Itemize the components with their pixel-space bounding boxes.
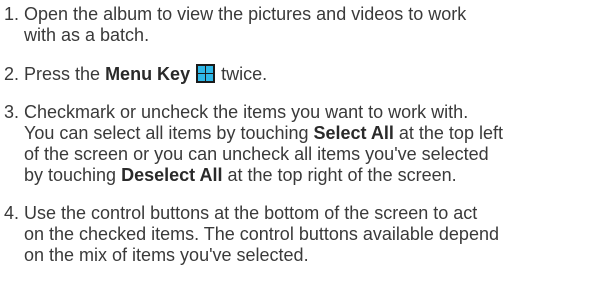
- step-3-text-3: of the screen or you can uncheck all ite…: [24, 144, 489, 164]
- step-3-text-2-pre: You can select all items by touching: [24, 123, 314, 143]
- step-3-text-4-pre: by touching: [24, 165, 122, 185]
- instruction-page: 1. Open the album to view the pictures a…: [0, 0, 591, 286]
- step-3-text-4-post: at the top right of the screen.: [222, 165, 457, 185]
- step-3-line-1: 3. Checkmark or uncheck the items you wa…: [4, 102, 589, 123]
- step-3: 3. Checkmark or uncheck the items you wa…: [4, 102, 589, 186]
- step-3-text-2-post: at the top left: [393, 123, 503, 143]
- step-4-text-1: Use the control buttons at the bottom of…: [19, 203, 478, 223]
- menu-key-icon: [196, 64, 216, 83]
- step-1: 1. Open the album to view the pictures a…: [4, 4, 589, 46]
- deselect-all-label: Deselect All: [121, 165, 223, 185]
- step-1-text-2: with as a batch.: [24, 25, 150, 45]
- step-2-text-pre: Press the: [19, 64, 106, 84]
- step-3-line-2: You can select all items by touching Sel…: [4, 123, 589, 144]
- step-2-number: 2.: [4, 64, 20, 84]
- step-4-line-1: 4. Use the control buttons at the bottom…: [4, 203, 589, 224]
- step-1-number: 1.: [4, 4, 20, 24]
- step-4: 4. Use the control buttons at the bottom…: [4, 203, 589, 266]
- menu-key-label: Menu Key: [105, 64, 191, 84]
- step-3-text-1: Checkmark or uncheck the items you want …: [19, 102, 469, 122]
- select-all-label: Select All: [313, 123, 394, 143]
- step-1-text-1: Open the album to view the pictures and …: [19, 4, 467, 24]
- step-2: 2. Press the Menu Key twice.: [4, 64, 589, 85]
- step-2-line-1: 2. Press the Menu Key twice.: [4, 64, 589, 85]
- step-3-number: 3.: [4, 102, 20, 122]
- step-3-line-4: by touching Deselect All at the top righ…: [4, 165, 589, 186]
- step-4-text-3: on the mix of items you've selected.: [24, 245, 309, 265]
- step-4-number: 4.: [4, 203, 20, 223]
- step-4-text-2: on the checked items. The control button…: [24, 224, 499, 244]
- step-2-text-post: twice.: [216, 64, 268, 84]
- step-1-line-1: 1. Open the album to view the pictures a…: [4, 4, 589, 25]
